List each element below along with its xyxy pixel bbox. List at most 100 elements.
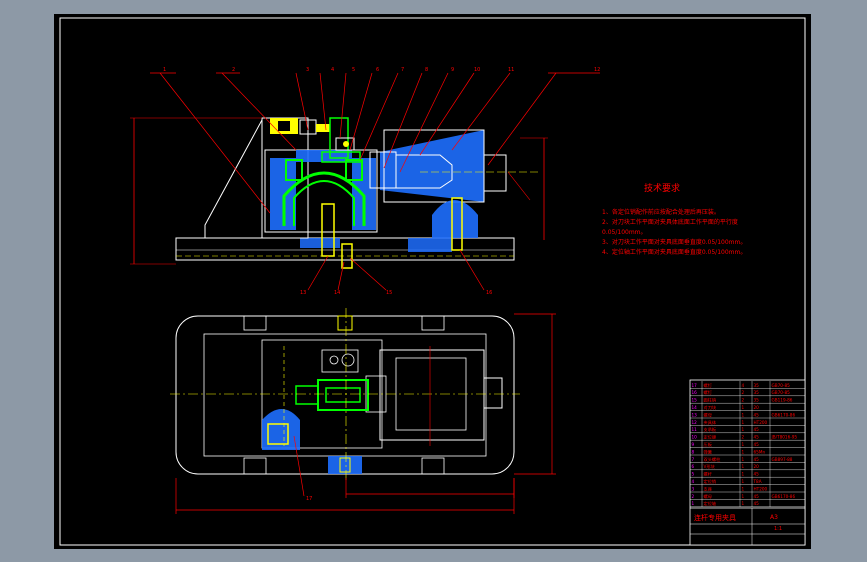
- balloon-13: 13: [300, 290, 306, 296]
- bom-cell: GB897-88: [772, 457, 793, 462]
- bom-cell: 45: [754, 412, 760, 417]
- bom-cell: 1: [742, 405, 745, 410]
- bom-cell: 夹具体: [704, 419, 717, 426]
- bom-cell: 35: [754, 383, 760, 388]
- bom-cell: 45: [754, 472, 760, 477]
- bom-cell: 11: [692, 427, 698, 432]
- tech-req-item-3: 3、对刀块工作平面对夹具底面垂直度0.05/100mm。: [602, 238, 746, 246]
- bom-cell: 13: [692, 412, 698, 417]
- balloon-2: 2: [232, 67, 235, 73]
- tech-req-item-2: 2、对刀块工作平面对夹具体底面工作平面的平行度: [602, 218, 738, 226]
- bom-cell: 4: [742, 383, 745, 388]
- title-block: 17 螺钉 4 35 GB70-8516 螺钉 2 35 GB70-8515 圆柱销 2 35 GB11…: [689, 379, 806, 546]
- balloon-3: 3: [306, 67, 309, 73]
- balloon-12: 12: [594, 67, 600, 73]
- bom-cell: 45: [754, 457, 760, 462]
- bom-cell: 弹簧: [704, 448, 712, 455]
- bom-cell: 35: [754, 398, 760, 403]
- bom-cell: GB70-85: [772, 383, 791, 388]
- bom-cell: 螺钉: [704, 389, 713, 396]
- bom-cell: 1: [742, 427, 745, 432]
- balloon-14: 14: [334, 290, 340, 296]
- bom-cell: 45: [754, 494, 760, 499]
- bom-cell: 1: [692, 501, 695, 506]
- tech-req-item-1: 1、各定位销配作前应按配合处理后再压装。: [602, 208, 720, 216]
- bom-cell: 螺母: [704, 493, 712, 500]
- bom-cell: 45: [754, 427, 760, 432]
- bom-cell: 2: [742, 390, 745, 395]
- bom-cell: 螺母: [704, 411, 712, 418]
- bom-cell: 1: [742, 479, 745, 484]
- bom-cell: GB6170-86: [772, 412, 796, 417]
- bom-cell: 1: [742, 472, 745, 477]
- bom-cell: 45: [754, 435, 760, 440]
- balloon-16: 16: [486, 290, 492, 296]
- bom-cell: 15: [692, 398, 698, 403]
- bom-cell: 1: [742, 412, 745, 417]
- bom-cell: 对刀块: [704, 404, 717, 411]
- bom-cell: 2: [742, 435, 745, 440]
- drawing-title: 连杆专用夹具: [694, 513, 736, 522]
- balloon-7: 7: [401, 67, 404, 73]
- bom-cell: T8A: [753, 479, 762, 484]
- bom-cell: 10: [692, 435, 698, 440]
- balloon-5: 5: [352, 67, 355, 73]
- balloon-11: 11: [508, 67, 514, 73]
- bom-cell: 8: [692, 449, 695, 454]
- bom-cell: 16: [692, 390, 698, 395]
- bom-cell: 20: [754, 464, 760, 469]
- bom-cell: 4: [692, 479, 695, 484]
- cad-drawing-canvas[interactable]: 1 2 3 4 5 6 7 8 9 10 11 12 13 14 15 16 1…: [0, 0, 867, 562]
- bom-cell: GB119-86: [772, 398, 793, 403]
- bom-cell: 螺杆: [704, 471, 713, 478]
- bom-cell: 35: [754, 390, 760, 395]
- tech-req-item-2-cont: 0.05/100mm。: [602, 229, 647, 236]
- bom-cell: 5: [692, 472, 695, 477]
- bom-cell: 1: [742, 442, 745, 447]
- scale: 1:1: [774, 526, 782, 532]
- balloon-4: 4: [331, 67, 334, 73]
- bom-cell: 定位销: [704, 478, 717, 485]
- balloon-8: 8: [425, 67, 428, 73]
- bom-cell: 2: [692, 494, 695, 499]
- bom-cell: JB/T8016-95: [771, 435, 798, 440]
- bom-cell: GB70-85: [772, 390, 791, 395]
- bom-cell: GB6170-86: [772, 494, 796, 499]
- bom-cell: 螺钉: [704, 382, 713, 389]
- bom-cell: V形块: [704, 463, 716, 470]
- tech-req-item-4: 4、定位轴工作平面对夹具底面垂直度0.05/100mm。: [602, 248, 746, 256]
- bom-cell: 12: [692, 420, 698, 425]
- bom-cell: 双头螺柱: [704, 456, 722, 463]
- balloon-1: 1: [163, 67, 166, 73]
- bom-cell: 20: [754, 405, 760, 410]
- tech-req-title: 技术要求: [644, 182, 680, 194]
- bom-cell: 9: [692, 442, 695, 447]
- bom-cell: 1: [742, 420, 745, 425]
- bom-cell: 2: [742, 398, 745, 403]
- bom-cell: 65Mn: [754, 449, 766, 454]
- bom-cell: 14: [692, 405, 698, 410]
- bom-cell: 7: [692, 457, 695, 462]
- bom-cell: 6: [692, 464, 695, 469]
- balloon-15: 15: [386, 290, 392, 296]
- bom-cell: 1: [742, 486, 745, 491]
- bom-cell: 1: [742, 494, 745, 499]
- bom-cell: 1: [742, 501, 745, 506]
- balloon-9: 9: [451, 67, 454, 73]
- bom-cell: 3: [692, 486, 695, 491]
- bom-cell: 定位键: [704, 434, 717, 441]
- balloon-6: 6: [376, 67, 379, 73]
- bom-cell: 1: [742, 457, 745, 462]
- bom-cell: 支座: [704, 485, 712, 492]
- bom-cell: 定位轴: [704, 500, 717, 507]
- bom-cell: 45: [754, 442, 760, 447]
- balloon-10: 10: [474, 67, 480, 73]
- bom-cell: 17: [692, 383, 698, 388]
- bom-cell: 1: [742, 464, 745, 469]
- bom-cell: 压板: [704, 441, 713, 448]
- bom-cell: 1: [742, 449, 745, 454]
- balloon-17: 17: [306, 496, 312, 502]
- bom-cell: 支承板: [704, 426, 717, 433]
- bom-cell: 圆柱销: [704, 397, 717, 404]
- bom-cell: HT200: [754, 420, 768, 425]
